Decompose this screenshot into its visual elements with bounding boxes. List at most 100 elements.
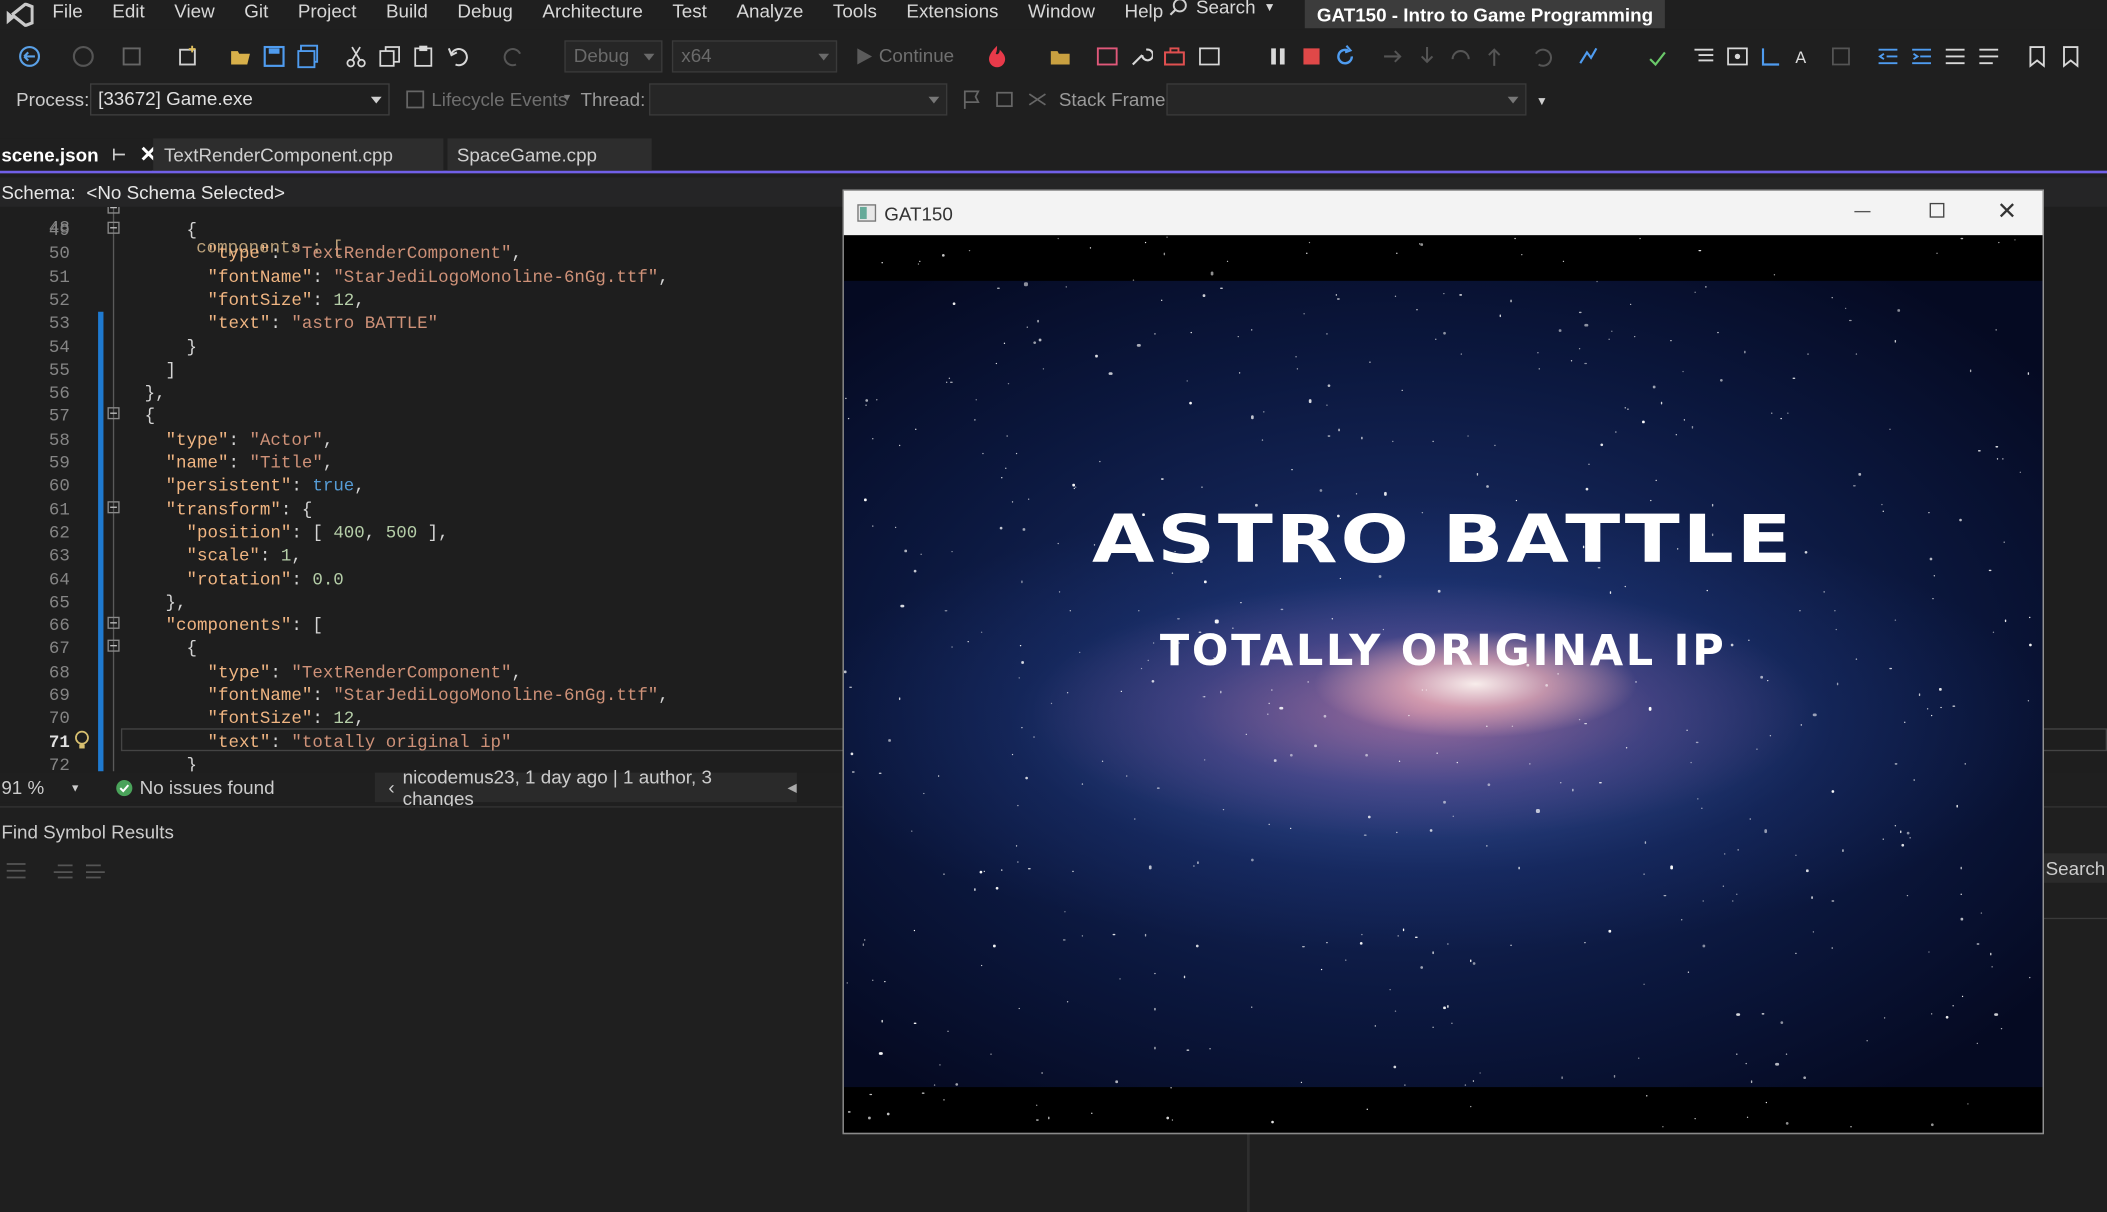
menu-help[interactable]: Help: [1110, 0, 1178, 22]
back-icon[interactable]: [16, 43, 43, 70]
quick-info-icon[interactable]: [1724, 43, 1751, 70]
format-icon[interactable]: [1690, 43, 1717, 70]
tab-scene-json[interactable]: scene.json ⊢ ✕: [0, 138, 158, 171]
menu-git[interactable]: Git: [229, 0, 283, 22]
tab-spacegame-cpp[interactable]: SpaceGame.cpp: [447, 138, 652, 171]
redo-icon[interactable]: [500, 43, 527, 70]
game-window[interactable]: GAT150 ✕ ASTRO BATTLE TOTALLY ORIGINAL I…: [842, 189, 2044, 1135]
thread-select[interactable]: [649, 83, 948, 116]
fold-toggle-67[interactable]: [107, 639, 120, 652]
list-view-icon[interactable]: [5, 859, 27, 887]
star: [1250, 858, 1254, 862]
restart-icon[interactable]: [1332, 43, 1359, 70]
schema-select[interactable]: <No Schema Selected>: [86, 181, 285, 203]
search-button[interactable]: Search: [2043, 853, 2107, 883]
chevron-left-icon[interactable]: ‹: [388, 777, 394, 799]
stack-frame-select[interactable]: [1166, 83, 1527, 116]
step-out-icon[interactable]: [1481, 43, 1508, 70]
cut-icon[interactable]: [343, 43, 370, 70]
maximize-icon[interactable]: [1929, 202, 1945, 218]
toolbox-icon[interactable]: [1161, 43, 1188, 70]
play-icon[interactable]: [851, 43, 878, 70]
menu-edit[interactable]: Edit: [98, 0, 160, 22]
git-blame-info[interactable]: ‹ nicodemus23, 1 day ago | 1 author, 3 c…: [374, 766, 797, 809]
platform-select[interactable]: x64: [671, 40, 838, 73]
step-over-icon[interactable]: [1447, 43, 1474, 70]
forward-icon[interactable]: [70, 43, 97, 70]
flag-icon[interactable]: [958, 86, 985, 113]
visual-studio-logo-icon[interactable]: [0, 0, 38, 30]
game-window-titlebar[interactable]: GAT150 ✕: [844, 191, 2043, 235]
fold-toggle-48[interactable]: [107, 206, 120, 214]
chevron-down-icon[interactable]: ▼: [70, 781, 81, 793]
toggle-icon[interactable]: [1828, 43, 1855, 70]
issues-status[interactable]: No issues found: [140, 777, 275, 799]
menu-search[interactable]: Search ▼: [1169, 0, 1276, 22]
hot-reload-icon[interactable]: [984, 43, 1011, 70]
next-bookmark-icon[interactable]: [2057, 43, 2084, 70]
uncomment-icon[interactable]: [1975, 43, 2002, 70]
menu-view[interactable]: View: [159, 0, 229, 22]
flag-all-icon[interactable]: [990, 86, 1017, 113]
save-all-icon[interactable]: [294, 43, 321, 70]
collapse-arrow-icon[interactable]: ◀: [788, 780, 797, 795]
close-icon[interactable]: ✕: [1997, 198, 2017, 226]
wrench-icon[interactable]: [1127, 43, 1154, 70]
copy-icon[interactable]: [376, 43, 403, 70]
comment-icon[interactable]: [1942, 43, 1969, 70]
previous-result-icon[interactable]: [52, 859, 74, 887]
paste-icon[interactable]: [410, 43, 437, 70]
git-changes-icon[interactable]: [1575, 43, 1602, 70]
fold-toggle-57[interactable]: [107, 407, 120, 420]
zoom-level[interactable]: 91 %: [1, 777, 68, 799]
menu-file[interactable]: File: [38, 0, 98, 22]
menu-project[interactable]: Project: [283, 0, 371, 22]
pause-icon[interactable]: [1264, 43, 1291, 70]
lightbulb-icon[interactable]: [74, 728, 90, 756]
process-select[interactable]: [33672] Game.exe: [90, 83, 390, 116]
outdent-icon[interactable]: [1875, 43, 1902, 70]
menu-tools[interactable]: Tools: [818, 0, 891, 22]
menu-analyze[interactable]: Analyze: [722, 0, 818, 22]
menu-test[interactable]: Test: [658, 0, 722, 22]
solution-explorer-icon[interactable]: [118, 43, 145, 70]
stop-icon[interactable]: [1298, 43, 1325, 70]
fold-toggle-66[interactable]: [107, 616, 120, 629]
undo-icon[interactable]: [445, 43, 472, 70]
show-next-statement-icon[interactable]: [1380, 43, 1407, 70]
star: [1952, 705, 1955, 708]
tab-textrendercomponent-cpp[interactable]: TextRenderComponent.cpp: [153, 138, 444, 171]
fold-toggle-61[interactable]: [107, 501, 120, 514]
window-layout-icon[interactable]: [1196, 43, 1223, 70]
game-canvas[interactable]: ASTRO BATTLE TOTALLY ORIGINAL IP: [843, 235, 2043, 1133]
diagnostic-icon[interactable]: [1094, 43, 1121, 70]
bookmark-icon[interactable]: [2024, 43, 2051, 70]
continue-button[interactable]: Continue: [879, 44, 954, 66]
parameter-info-icon[interactable]: [1758, 43, 1785, 70]
menu-build[interactable]: Build: [371, 0, 442, 22]
next-result-icon[interactable]: [85, 859, 107, 887]
minimize-icon[interactable]: [1854, 210, 1871, 213]
pin-icon[interactable]: ⊢: [112, 145, 126, 164]
indent-icon[interactable]: [1908, 43, 1935, 70]
menu-window[interactable]: Window: [1013, 0, 1109, 22]
menu-architecture[interactable]: Architecture: [528, 0, 658, 22]
spell-check-icon[interactable]: [1643, 43, 1670, 70]
word-completion-icon[interactable]: A: [1791, 43, 1818, 70]
menu-debug[interactable]: Debug: [443, 0, 528, 22]
step-back-icon[interactable]: [1528, 43, 1555, 70]
toolbar-overflow-icon[interactable]: ▼: [1536, 94, 1548, 107]
new-item-icon[interactable]: [175, 43, 202, 70]
code-text: "text": "totally original ip": [207, 731, 512, 752]
fold-toggle-49[interactable]: [107, 221, 120, 234]
star: [1966, 1103, 1969, 1106]
configuration-select[interactable]: Debug: [564, 40, 663, 73]
menu-extensions[interactable]: Extensions: [892, 0, 1014, 22]
browse-icon[interactable]: [1047, 43, 1074, 70]
save-icon[interactable]: [261, 43, 288, 70]
step-into-icon[interactable]: [1414, 43, 1441, 70]
lifecycle-events-button[interactable]: Lifecycle Events: [431, 89, 567, 111]
star: [1446, 942, 1448, 945]
panel-splitter[interactable]: [1247, 1132, 1250, 1212]
open-folder-icon[interactable]: [227, 43, 254, 70]
